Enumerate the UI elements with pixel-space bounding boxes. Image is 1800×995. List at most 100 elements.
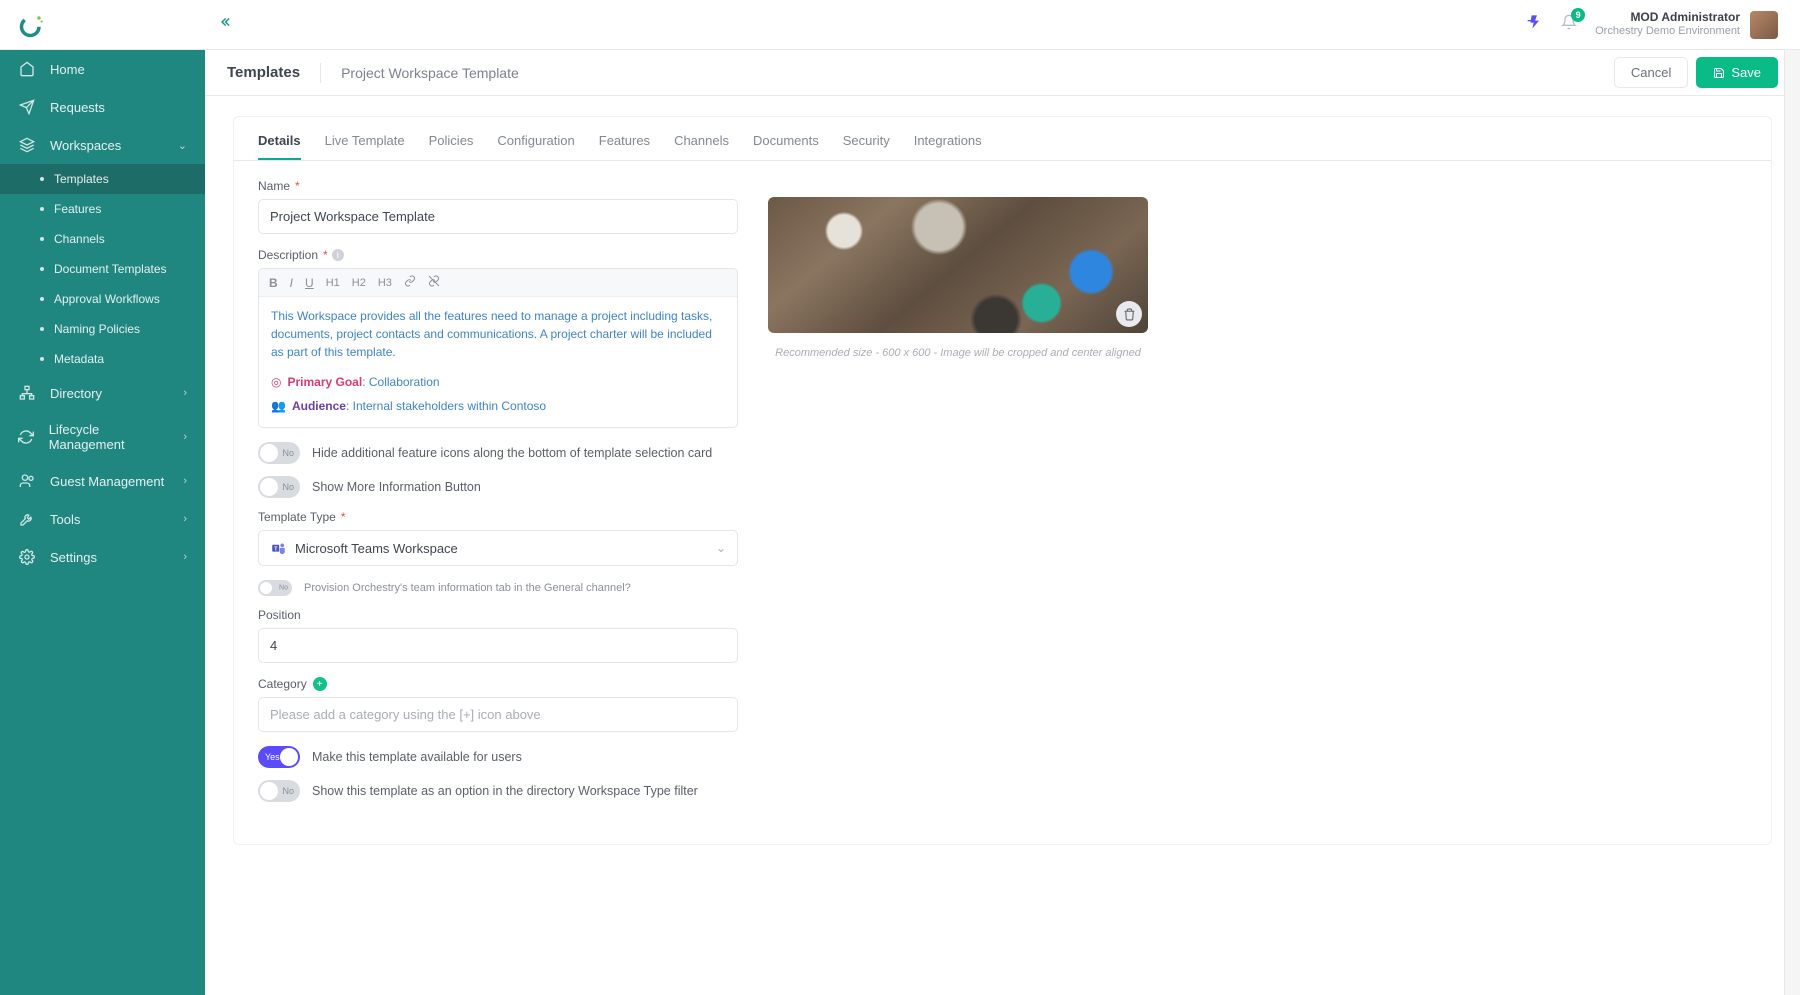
- add-category-button[interactable]: +: [313, 677, 327, 691]
- sidebar-sub-label: Features: [54, 202, 101, 216]
- tab-features[interactable]: Features: [599, 133, 650, 160]
- sidebar-sub-label: Metadata: [54, 352, 104, 366]
- sidebar-label: Workspaces: [50, 138, 121, 153]
- category-input[interactable]: [258, 697, 738, 732]
- tab-security[interactable]: Security: [843, 133, 890, 160]
- sidebar-label: Guest Management: [50, 474, 164, 489]
- tab-policies[interactable]: Policies: [429, 133, 474, 160]
- sidebar-item-workspaces[interactable]: Workspaces ⌄: [0, 126, 205, 164]
- toggle-show-more-label: Show More Information Button: [312, 480, 481, 494]
- tab-channels[interactable]: Channels: [674, 133, 729, 160]
- sidebar-item-guest[interactable]: Guest Management ›: [0, 462, 205, 500]
- tab-details[interactable]: Details: [258, 133, 301, 160]
- sidebar-item-settings[interactable]: Settings ›: [0, 538, 205, 576]
- sidebar-item-directory[interactable]: Directory ›: [0, 374, 205, 412]
- people-icon: 👥: [271, 397, 286, 415]
- category-label: Category: [258, 677, 307, 691]
- teams-icon: T: [270, 540, 286, 556]
- toggle-hide-features[interactable]: No: [258, 442, 300, 464]
- sidebar-sub-channels[interactable]: Channels: [0, 224, 205, 254]
- sidebar-item-requests[interactable]: Requests: [0, 88, 205, 126]
- toggle-provision[interactable]: No: [258, 580, 292, 596]
- bolt-icon[interactable]: [1527, 14, 1543, 35]
- sidebar-item-lifecycle[interactable]: Lifecycle Management ›: [0, 412, 205, 462]
- rte-h1-button[interactable]: H1: [326, 277, 340, 289]
- save-button[interactable]: Save: [1696, 57, 1778, 88]
- sidebar-sub-approval-workflows[interactable]: Approval Workflows: [0, 284, 205, 314]
- sidebar-item-tools[interactable]: Tools ›: [0, 500, 205, 538]
- description-editor[interactable]: B I U H1 H2 H3 This Workspace provides a: [258, 268, 738, 428]
- rte-underline-button[interactable]: U: [305, 276, 314, 290]
- rte-italic-button[interactable]: I: [290, 276, 293, 290]
- users-icon: [18, 472, 36, 490]
- rte-bold-button[interactable]: B: [269, 276, 278, 290]
- rte-unlink-button[interactable]: [428, 275, 440, 290]
- delete-image-button[interactable]: [1116, 301, 1142, 327]
- sidebar-collapse-button[interactable]: [205, 15, 245, 34]
- toggle-hide-features-label: Hide additional feature icons along the …: [312, 446, 712, 460]
- toggle-available[interactable]: Yes: [258, 746, 300, 768]
- main-content: Templates Project Workspace Template Can…: [205, 50, 1800, 995]
- chevron-down-icon: ⌄: [178, 139, 187, 152]
- sidebar-sub-document-templates[interactable]: Document Templates: [0, 254, 205, 284]
- sidebar-item-home[interactable]: Home: [0, 50, 205, 88]
- user-menu[interactable]: MOD Administrator Orchestry Demo Environ…: [1595, 11, 1778, 39]
- avatar: [1750, 11, 1778, 39]
- environment-label: Orchestry Demo Environment: [1595, 25, 1740, 38]
- sitemap-icon: [18, 384, 36, 402]
- chevron-right-icon: ›: [183, 475, 187, 487]
- top-bar: 9 MOD Administrator Orchestry Demo Envir…: [0, 0, 1800, 50]
- rte-h2-button[interactable]: H2: [352, 277, 366, 289]
- tab-live-template[interactable]: Live Template: [325, 133, 405, 160]
- save-icon: [1713, 67, 1725, 79]
- description-label: Description: [258, 248, 318, 262]
- sidebar-label: Home: [50, 62, 85, 77]
- rte-h3-button[interactable]: H3: [378, 277, 392, 289]
- tab-integrations[interactable]: Integrations: [914, 133, 982, 160]
- audience-value: Internal stakeholders within Contoso: [353, 399, 546, 413]
- sidebar-sub-naming-policies[interactable]: Naming Policies: [0, 314, 205, 344]
- logo-icon: [18, 11, 46, 39]
- sidebar-label: Tools: [50, 512, 80, 527]
- position-input[interactable]: [258, 628, 738, 663]
- tab-configuration[interactable]: Configuration: [497, 133, 574, 160]
- scrollbar[interactable]: [1784, 0, 1800, 995]
- topbar-right: 9 MOD Administrator Orchestry Demo Envir…: [1527, 11, 1800, 39]
- sidebar-sub-metadata[interactable]: Metadata: [0, 344, 205, 374]
- home-icon: [18, 60, 36, 78]
- sidebar-sub-label: Templates: [54, 172, 109, 186]
- target-icon: ◎: [271, 373, 281, 391]
- toggle-directory-label: Show this template as an option in the d…: [312, 784, 698, 798]
- image-hint: Recommended size - 600 x 600 - Image wil…: [768, 347, 1148, 359]
- audience-label: Audience: [292, 399, 346, 413]
- breadcrumb-bar: Templates Project Workspace Template Can…: [205, 50, 1800, 96]
- sidebar-label: Settings: [50, 550, 97, 565]
- layers-icon: [18, 136, 36, 154]
- sidebar-sub-features[interactable]: Features: [0, 194, 205, 224]
- template-image-preview: [768, 197, 1148, 333]
- template-type-select[interactable]: T Microsoft Teams Workspace ⌄: [258, 530, 738, 566]
- tools-icon: [18, 510, 36, 528]
- primary-goal-value: Collaboration: [369, 375, 440, 389]
- sidebar-sub-label: Naming Policies: [54, 322, 140, 336]
- toggle-provision-label: Provision Orchestry's team information t…: [304, 582, 631, 594]
- sidebar-sub-label: Approval Workflows: [54, 292, 160, 306]
- sidebar-sub-templates[interactable]: Templates: [0, 164, 205, 194]
- toggle-directory[interactable]: No: [258, 780, 300, 802]
- sidebar-label: Requests: [50, 100, 105, 115]
- tab-documents[interactable]: Documents: [753, 133, 819, 160]
- notifications-button[interactable]: 9: [1561, 14, 1577, 35]
- name-input[interactable]: [258, 199, 738, 234]
- user-name: MOD Administrator: [1595, 11, 1740, 25]
- info-icon[interactable]: i: [332, 249, 344, 261]
- cancel-button[interactable]: Cancel: [1614, 57, 1688, 88]
- rte-toolbar: B I U H1 H2 H3: [259, 269, 737, 297]
- breadcrumb-leaf: Project Workspace Template: [341, 65, 519, 81]
- toggle-available-label: Make this template available for users: [312, 750, 522, 764]
- breadcrumb-root[interactable]: Templates: [227, 64, 300, 81]
- chevron-right-icon: ›: [183, 387, 187, 399]
- chevron-down-icon: ⌄: [716, 541, 726, 555]
- name-label: Name: [258, 179, 290, 193]
- toggle-show-more[interactable]: No: [258, 476, 300, 498]
- rte-link-button[interactable]: [404, 275, 416, 290]
